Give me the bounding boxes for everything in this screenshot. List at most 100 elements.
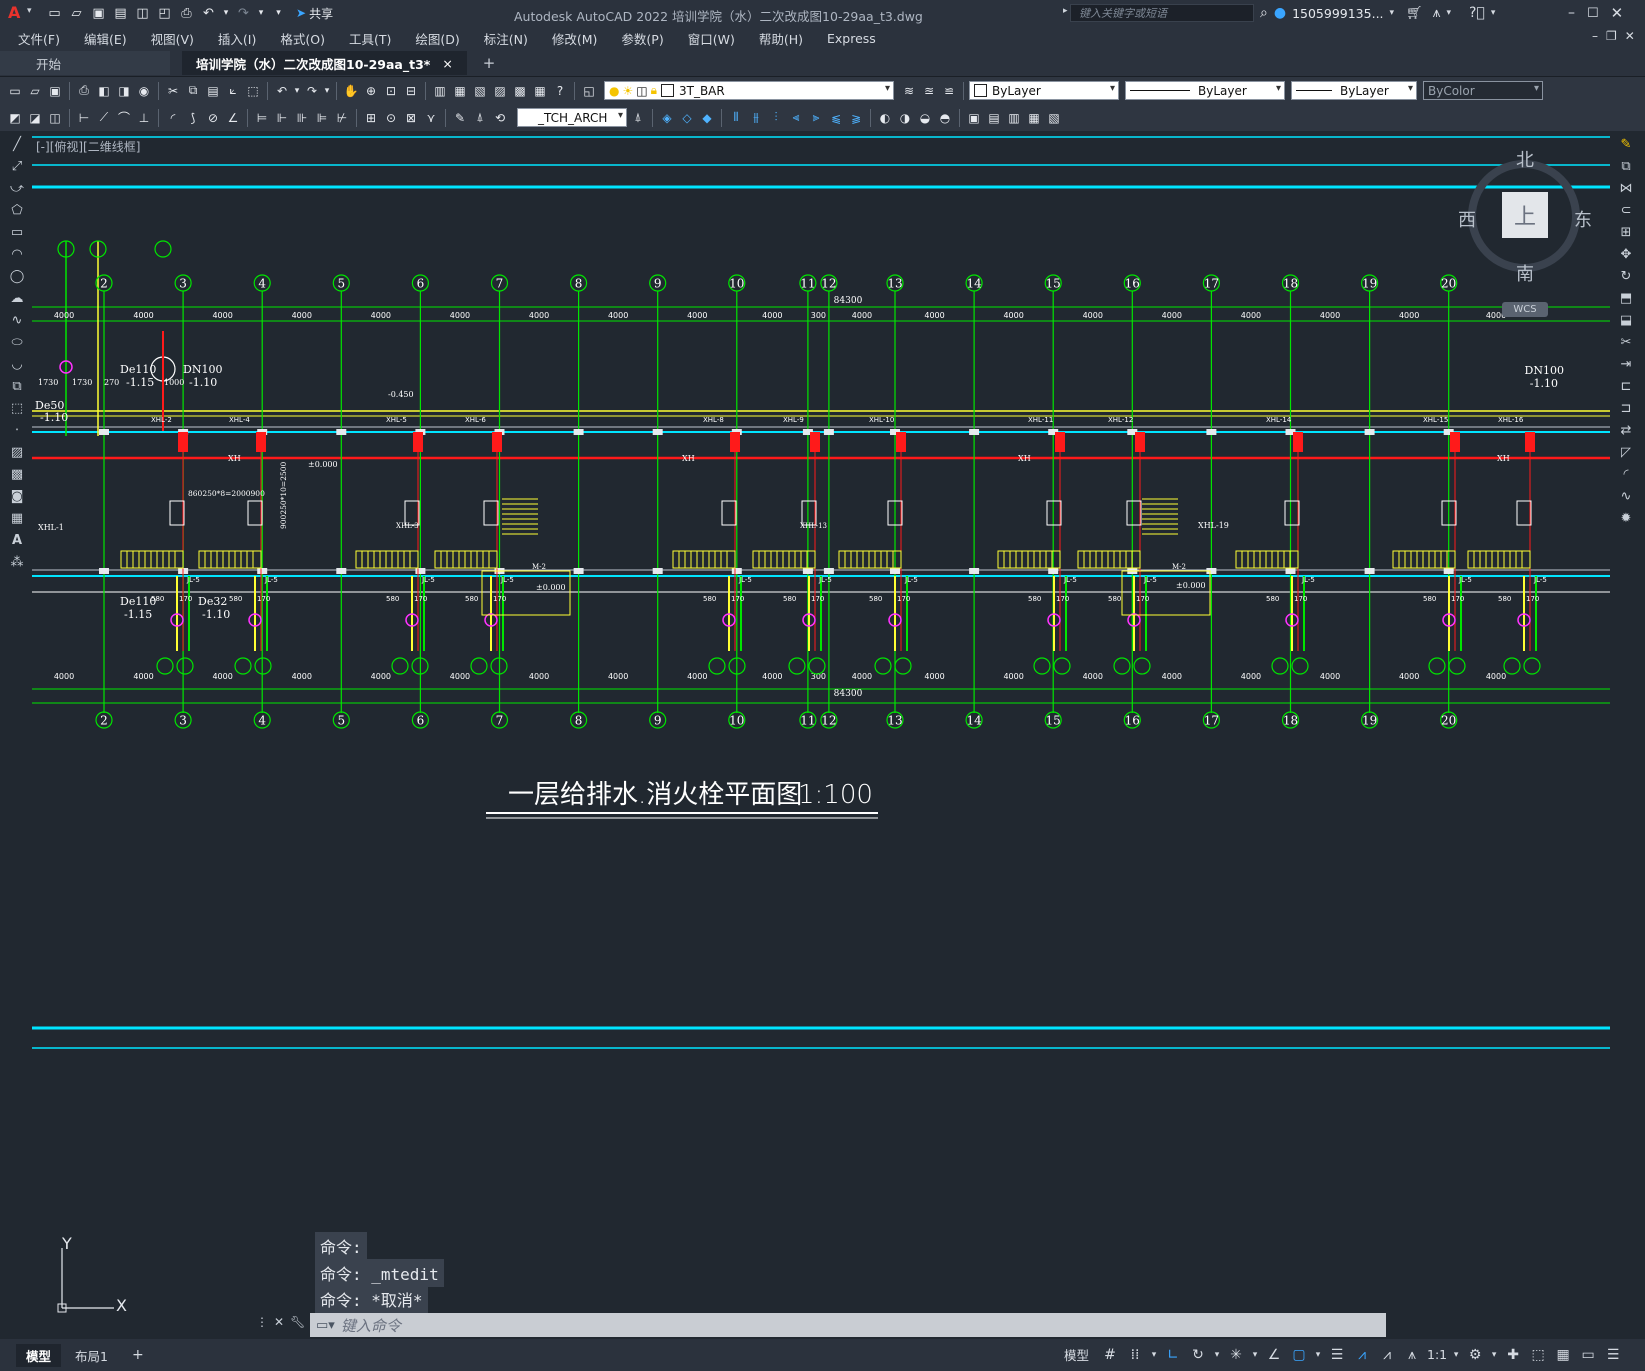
fillet-icon[interactable]: ◜ — [1617, 465, 1635, 483]
user-icon[interactable]: ● — [1274, 5, 1286, 21]
auto-scale-icon[interactable]: ⩘ — [1377, 1347, 1397, 1363]
tab-model[interactable]: 模型 — [16, 1343, 62, 1367]
save-icon[interactable]: ▣ — [46, 82, 64, 100]
layer-viewport-icon[interactable]: ◫ — [636, 84, 647, 98]
linetype-dropdown[interactable]: ByLayer ▾ — [1125, 81, 1285, 100]
mirror-icon[interactable]: ⋈ — [1617, 179, 1635, 197]
chamfer-icon[interactable]: ◸ — [1617, 443, 1635, 461]
viewcube-north[interactable]: 北 — [1516, 146, 1534, 172]
annotation-monitor-icon[interactable]: ✚ — [1503, 1347, 1523, 1363]
preview-icon[interactable]: ◧ — [95, 82, 113, 100]
dim-space-icon[interactable]: ⊫ — [313, 109, 331, 127]
grid-icon[interactable]: # — [1100, 1347, 1120, 1363]
menu-insert[interactable]: 插入(I) — [206, 29, 268, 48]
tch-tool-2-icon[interactable]: ◪ — [26, 109, 44, 127]
layer-previous-icon[interactable]: ≊ — [920, 82, 938, 100]
undo-icon[interactable]: ↶ — [200, 5, 217, 22]
dim-text-edit-icon[interactable]: ⍋ — [471, 109, 489, 127]
customize-qat-icon[interactable]: ▾ — [270, 5, 287, 22]
viewcube-south[interactable]: 南 — [1516, 260, 1534, 286]
tch-equip-4-icon[interactable]: ▦ — [1025, 109, 1043, 127]
menu-express[interactable]: Express — [815, 31, 888, 46]
array-icon[interactable]: ⊞ — [1617, 223, 1635, 241]
layer-sun-icon[interactable]: ☀ — [622, 84, 633, 98]
tch-tool-3-icon[interactable]: ◫ — [46, 109, 64, 127]
app-menu-chevron-icon[interactable]: ▾ — [27, 6, 32, 16]
extend-icon[interactable]: ⇥ — [1617, 355, 1635, 373]
dim-arc-icon[interactable]: ⌒ — [115, 109, 133, 127]
user-dropdown-icon[interactable]: ▾ — [1390, 8, 1395, 18]
menu-help[interactable]: 帮助(H) — [747, 29, 815, 48]
dim-baseline-icon[interactable]: ⊩ — [273, 109, 291, 127]
zoom-window-icon[interactable]: ⊡ — [382, 82, 400, 100]
move-icon[interactable]: ✥ — [1617, 245, 1635, 263]
tch-pipe-7-icon[interactable]: ⫺ — [847, 109, 865, 127]
add-selected-icon[interactable]: ⁂ — [8, 553, 26, 571]
dim-update-icon[interactable]: ⟲ — [491, 109, 509, 127]
search-expand-icon[interactable]: ▸ — [1063, 6, 1068, 16]
menu-dimension[interactable]: 标注(N) — [472, 29, 540, 48]
search-input[interactable]: 键入关键字或短语 — [1070, 4, 1254, 22]
tab-active-drawing[interactable]: 培训学院（水）二次改成图10-29aa_t3* × — [182, 51, 467, 75]
scale-dropdown-icon[interactable]: ▾ — [1452, 1350, 1460, 1360]
make-current-icon[interactable]: ≋ — [900, 82, 918, 100]
menu-draw[interactable]: 绘图(D) — [403, 29, 471, 48]
help-dropdown-icon[interactable]: ▾ — [1491, 8, 1496, 18]
trim-icon[interactable]: ✂ — [1617, 333, 1635, 351]
tch-wall-icon[interactable]: ◈ — [658, 109, 676, 127]
menu-edit[interactable]: 编辑(E) — [72, 29, 139, 48]
3dprint-icon[interactable]: ◉ — [135, 82, 153, 100]
region-icon[interactable]: ◙ — [8, 487, 26, 505]
zoom-previous-icon[interactable]: ⊟ — [402, 82, 420, 100]
gradient-icon[interactable]: ▩ — [8, 465, 26, 483]
new-tab-button[interactable]: + — [469, 51, 510, 75]
dim-edit-icon[interactable]: ✎ — [451, 109, 469, 127]
add-layout-button[interactable]: + — [122, 1345, 154, 1365]
tch-pipe-6-icon[interactable]: ⫹ — [827, 109, 845, 127]
spline-icon[interactable]: ∿ — [8, 311, 26, 329]
redo-dd-icon[interactable]: ▾ — [323, 82, 331, 100]
plot-icon[interactable]: ⎙ — [178, 5, 195, 22]
user-name[interactable]: 1505999135... — [1292, 6, 1383, 21]
menu-window[interactable]: 窗口(W) — [676, 29, 747, 48]
a360-dropdown-icon[interactable]: ▾ — [1446, 8, 1451, 18]
block-editor-icon[interactable]: ⬚ — [244, 82, 262, 100]
insert-block-icon[interactable]: ⧉ — [8, 377, 26, 395]
tch-pipe-2-icon[interactable]: ⫵ — [747, 109, 765, 127]
tch-fix-3-icon[interactable]: ◒ — [916, 109, 934, 127]
rectangle-icon[interactable]: ▭ — [8, 223, 26, 241]
polar-icon[interactable]: ↻ — [1188, 1347, 1208, 1363]
matchprop-icon[interactable]: ⟀ — [224, 82, 242, 100]
command-customize-icon[interactable]: 🔧︎ — [290, 1315, 305, 1329]
autocad-logo-icon[interactable]: A — [8, 3, 20, 22]
lineweight-dropdown[interactable]: ByLayer ▾ — [1291, 81, 1417, 100]
redo-icon[interactable]: ↷ — [303, 82, 321, 100]
layer-iso-icon[interactable]: ≌ — [940, 82, 958, 100]
dim-ordinate-icon[interactable]: ⊥ — [135, 109, 153, 127]
dim-break-icon[interactable]: ⊬ — [333, 109, 351, 127]
design-center-icon[interactable]: ▦ — [451, 82, 469, 100]
polar-dropdown-icon[interactable]: ▾ — [1213, 1350, 1221, 1360]
tab-layout1[interactable]: 布局1 — [65, 1344, 118, 1367]
calculator-icon[interactable]: ▦ — [531, 82, 549, 100]
join-icon[interactable]: ⇄ — [1617, 421, 1635, 439]
osnap-icon[interactable]: ▢ — [1289, 1347, 1309, 1363]
ellipse-arc-icon[interactable]: ◡ — [8, 355, 26, 373]
hatch-icon[interactable]: ▨ — [8, 443, 26, 461]
dim-angular-icon[interactable]: ∠ — [224, 109, 242, 127]
annotation-visibility-icon[interactable]: ⩘ — [1352, 1347, 1372, 1363]
layer-properties-icon[interactable]: ◱ — [580, 82, 598, 100]
autodesk-a360-icon[interactable]: ⩚ — [1433, 5, 1441, 21]
offset-icon[interactable]: ⊂ — [1617, 201, 1635, 219]
mtext-icon[interactable]: A — [8, 531, 26, 549]
dim-diameter-icon[interactable]: ⊘ — [204, 109, 222, 127]
zoom-realtime-icon[interactable]: ⊕ — [362, 82, 380, 100]
units-icon[interactable]: ⬚ — [1528, 1347, 1548, 1363]
command-grip-icon[interactable]: ⋮ — [256, 1315, 268, 1329]
annotation-scale-value[interactable]: 1:1 — [1427, 1347, 1447, 1362]
blend-icon[interactable]: ∿ — [1617, 487, 1635, 505]
quick-dim-icon[interactable]: ⊨ — [253, 109, 271, 127]
minimize-icon[interactable]: – — [1568, 5, 1575, 21]
copy-object-icon[interactable]: ⧉ — [1617, 157, 1635, 175]
tch-equip-2-icon[interactable]: ▤ — [985, 109, 1003, 127]
